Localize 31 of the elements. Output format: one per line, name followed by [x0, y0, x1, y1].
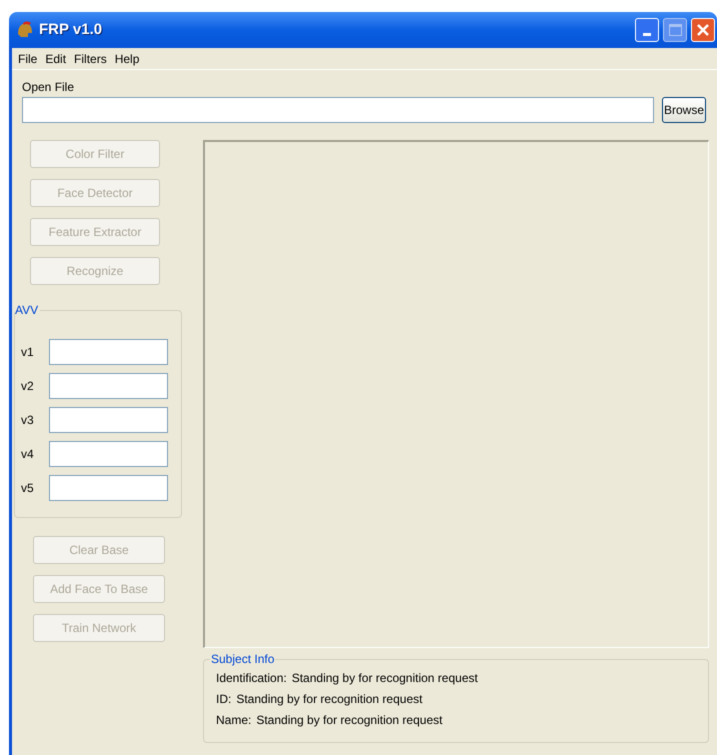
minimize-button[interactable] [635, 18, 659, 42]
info-label: ID: [216, 691, 232, 707]
menu-item[interactable]: Filters [70, 50, 111, 66]
close-button[interactable] [691, 18, 715, 42]
value-field[interactable] [49, 339, 168, 365]
minimize-icon [643, 33, 651, 36]
helmet-icon [15, 20, 35, 40]
info-value: Standing by for recognition request [236, 691, 422, 707]
browse-button[interactable]: Browse [662, 97, 706, 123]
info-label: Name: [216, 712, 252, 728]
field-label: v3 [21, 412, 35, 429]
window-title: FRP v1.0 [39, 20, 102, 40]
menu-item[interactable]: Edit [41, 50, 70, 66]
value-field[interactable] [49, 373, 168, 399]
info-label: Identification: [216, 670, 287, 686]
field-label: v1 [21, 344, 35, 361]
field-label: v2 [21, 378, 35, 395]
field-label: v5 [21, 480, 35, 497]
field-label: Open File [22, 80, 76, 94]
value-field[interactable] [49, 475, 168, 501]
maximize-icon [668, 24, 682, 36]
menu-item[interactable]: File [14, 50, 42, 66]
close-icon [697, 24, 709, 36]
info-value: Standing by for recognition request [292, 670, 478, 686]
group-title: Subject Info [210, 651, 276, 667]
info-value: Standing by for recognition request [256, 712, 442, 728]
menu-item[interactable]: Help [110, 50, 144, 66]
value-field[interactable] [49, 407, 168, 433]
file-path-field[interactable] [22, 97, 654, 123]
field-label: v4 [21, 446, 35, 463]
value-field[interactable] [49, 441, 168, 467]
